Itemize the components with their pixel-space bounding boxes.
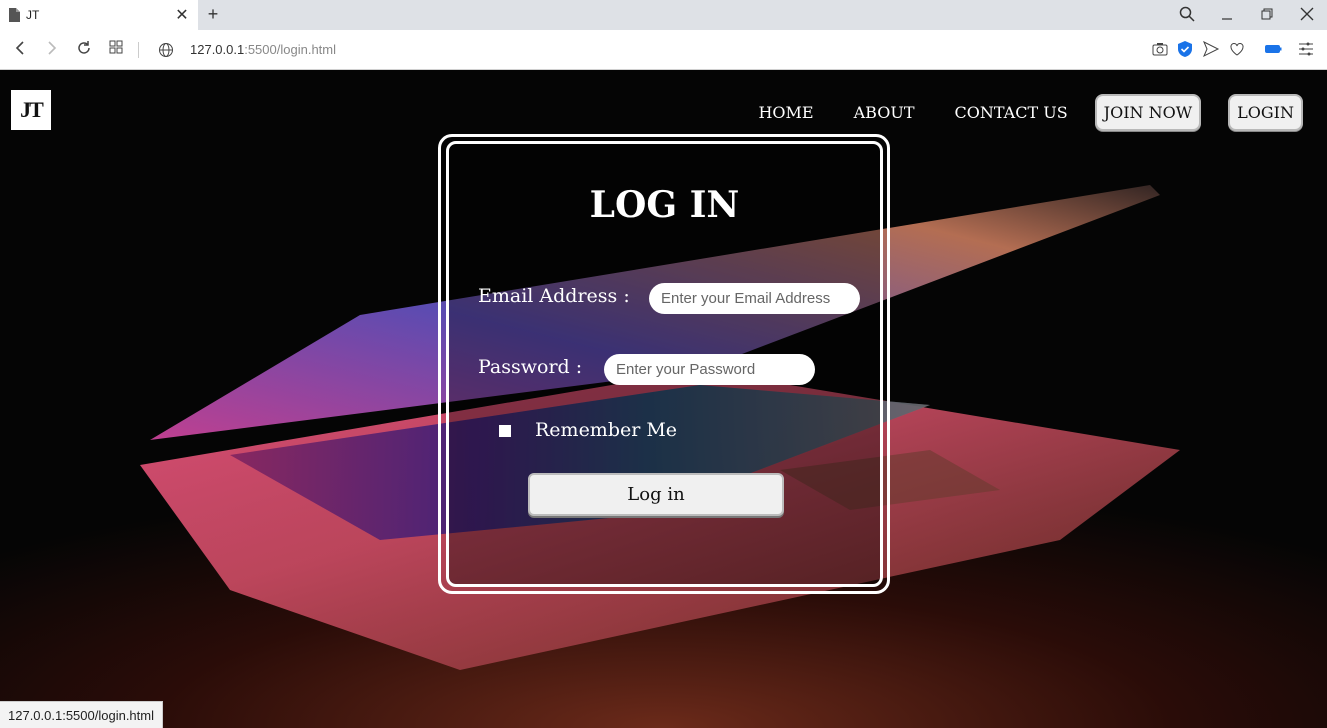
nav-home-link[interactable]: HOME	[758, 103, 813, 122]
url-path: :5500/login.html	[244, 42, 336, 57]
battery-icon[interactable]	[1264, 40, 1282, 58]
search-icon[interactable]	[1167, 6, 1207, 25]
email-label: Email Address :	[478, 285, 630, 307]
site-logo[interactable]: JT	[11, 90, 51, 130]
password-field[interactable]	[604, 354, 815, 385]
send-icon[interactable]	[1202, 40, 1220, 58]
status-bar-url: 127.0.0.1:5500/login.html	[0, 701, 163, 728]
toolbar-separator	[138, 42, 139, 58]
password-label: Password :	[478, 356, 583, 378]
url-host: 127.0.0.1	[190, 42, 245, 57]
remember-me-label[interactable]: Remember Me	[535, 419, 677, 441]
minimize-icon[interactable]	[1207, 7, 1247, 24]
reload-icon[interactable]	[74, 40, 94, 60]
email-field[interactable]	[649, 283, 860, 314]
globe-icon	[159, 43, 173, 57]
nav-login-button[interactable]: LOGIN	[1228, 94, 1303, 131]
page-icon	[9, 8, 20, 22]
camera-icon[interactable]	[1151, 40, 1169, 58]
site-nav: HOME ABOUT CONTACT US JOIN NOW LOGIN	[718, 94, 1303, 131]
new-tab-button[interactable]: +	[204, 4, 222, 25]
join-now-button[interactable]: JOIN NOW	[1094, 94, 1202, 131]
login-title: LOG IN	[589, 184, 740, 226]
window-close-icon[interactable]	[1287, 7, 1327, 24]
nav-contact-link[interactable]: CONTACT US	[955, 103, 1068, 122]
tab-close-icon[interactable]: ✕	[174, 5, 190, 25]
tab-title: JT	[26, 8, 40, 22]
url-field[interactable]: 127.0.0.1:5500/login.html	[190, 42, 336, 57]
browser-tab[interactable]: JT ✕	[0, 0, 198, 30]
window-controls	[1167, 0, 1327, 30]
forward-icon[interactable]	[42, 40, 62, 60]
remember-me-checkbox[interactable]	[499, 425, 511, 437]
menu-icon[interactable]	[1297, 40, 1315, 58]
tabs-grid-icon[interactable]	[106, 40, 126, 60]
back-icon[interactable]	[10, 40, 30, 60]
shield-icon[interactable]	[1176, 40, 1194, 58]
address-bar: 127.0.0.1:5500/login.html	[0, 30, 1327, 70]
browser-tab-bar: JT ✕ +	[0, 0, 1327, 30]
restore-icon[interactable]	[1247, 7, 1287, 24]
heart-icon[interactable]	[1228, 40, 1246, 58]
login-submit-button[interactable]: Log in	[528, 473, 784, 516]
nav-about-link[interactable]: ABOUT	[854, 103, 915, 122]
